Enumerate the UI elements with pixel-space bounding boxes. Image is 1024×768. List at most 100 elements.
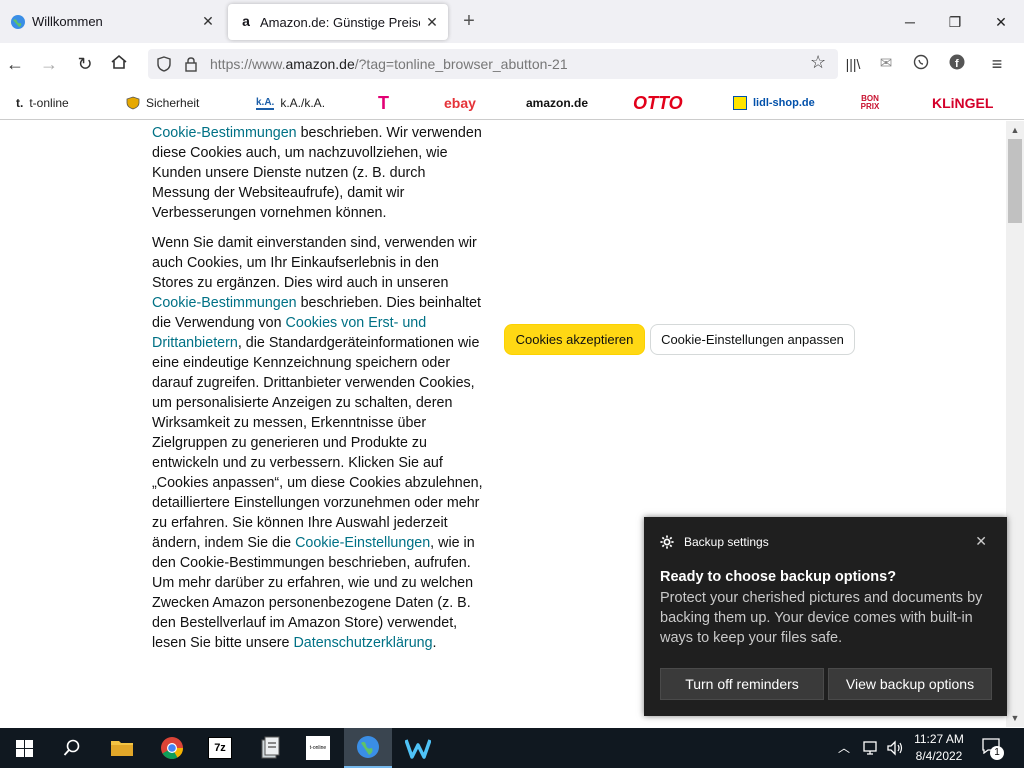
library-icon[interactable]: |||\ xyxy=(842,53,864,75)
browser-button[interactable] xyxy=(344,728,392,768)
accept-cookies-button[interactable]: Cookies akzeptieren xyxy=(504,324,645,355)
new-tab-icon[interactable]: + xyxy=(460,11,478,31)
volume-icon[interactable] xyxy=(886,740,904,756)
globe-icon xyxy=(11,14,25,29)
cookie-consent-text: Cookie-Bestimmungen beschrieben. Wir ver… xyxy=(152,123,484,663)
lidl-shop-bookmark[interactable]: lidl-shop.de xyxy=(733,94,815,112)
file-explorer-button[interactable] xyxy=(98,728,146,768)
reload-icon[interactable]: ↻ xyxy=(74,53,96,75)
cookie-text-span: Wenn Sie damit einverstanden sind, verwe… xyxy=(152,235,477,291)
whatsapp-icon[interactable] xyxy=(910,53,932,75)
shield-icon xyxy=(126,96,140,110)
tab-strip: Willkommen ✕ a Amazon.de: Günstige Preis… xyxy=(0,0,1024,43)
bookmark-t-online[interactable]: t. t-online xyxy=(16,94,69,112)
klingel-logo[interactable]: KLiNGEL xyxy=(932,94,993,112)
tab-willkommen[interactable]: Willkommen ✕ xyxy=(0,0,224,43)
amazon-logo[interactable]: amazon.de xyxy=(526,94,588,112)
tab-amazon[interactable]: a Amazon.de: Günstige Preise für ✕ xyxy=(228,4,448,40)
restore-icon[interactable]: ❐ xyxy=(943,10,967,34)
close-tab-icon[interactable]: ✕ xyxy=(424,14,440,30)
search-icon xyxy=(63,739,80,756)
privacy-link[interactable]: Datenschutzerklärung xyxy=(293,635,432,651)
installer-button[interactable] xyxy=(246,728,294,768)
url-text: https://www.amazon.de/?tag=tonline_brows… xyxy=(210,56,568,72)
cookie-text-span: , die Standardgeräteinformationen wie ei… xyxy=(152,335,483,551)
facebook-icon[interactable]: f xyxy=(946,53,968,75)
ebay-logo[interactable]: ebay xyxy=(444,94,476,112)
forward-icon[interactable]: → xyxy=(38,53,60,75)
navigation-toolbar: ← → ↻ https://www.amazon.de/?tag=tonline… xyxy=(0,43,1024,85)
otto-logo[interactable]: OTTO xyxy=(633,93,683,113)
clock[interactable]: 11:27 AM 8/4/2022 xyxy=(908,731,970,765)
t-online-icon: t. xyxy=(16,96,24,110)
vertical-scrollbar[interactable]: ▲ ▼ xyxy=(1006,121,1024,727)
installer-icon xyxy=(261,736,280,759)
bonprix-logo[interactable]: BON PRIX xyxy=(858,94,882,112)
close-icon[interactable]: ✕ xyxy=(975,533,987,550)
scroll-thumb[interactable] xyxy=(1008,139,1022,223)
cookie-link[interactable]: Cookie-Bestimmungen xyxy=(152,295,297,311)
url-prefix: https://www. xyxy=(210,56,286,72)
w-app-icon xyxy=(405,739,431,759)
cookie-paragraph-1: Cookie-Bestimmungen beschrieben. Wir ver… xyxy=(152,123,484,223)
chrome-button[interactable] xyxy=(148,728,196,768)
bookmark-label: k.A./k.A. xyxy=(280,96,326,110)
lock-icon[interactable] xyxy=(184,56,198,72)
amazon-favicon-icon: a xyxy=(242,13,250,29)
notification-count-badge: 1 xyxy=(990,746,1004,760)
chevron-up-icon[interactable]: ︿ xyxy=(838,739,850,756)
globe-icon xyxy=(357,736,379,758)
cookie-text-span: . xyxy=(432,635,437,651)
chrome-icon xyxy=(161,737,183,759)
7zip-icon: 7z xyxy=(208,737,232,759)
bookmark-star-icon[interactable]: ☆ xyxy=(810,52,826,73)
home-icon[interactable] xyxy=(108,53,130,75)
cookie-link[interactable]: Cookie-Einstellungen xyxy=(295,535,430,551)
shield-icon[interactable] xyxy=(156,56,172,72)
cookie-settings-button[interactable]: Cookie-Einstellungen anpassen xyxy=(650,324,855,355)
7zip-button[interactable]: 7z xyxy=(196,728,244,768)
tab-label: Amazon.de: Günstige Preise für xyxy=(260,14,420,30)
url-bar[interactable]: https://www.amazon.de/?tag=tonline_brows… xyxy=(148,49,838,79)
toast-title: Ready to choose backup options? xyxy=(660,569,897,585)
scroll-down-icon[interactable]: ▼ xyxy=(1009,711,1021,725)
gear-icon xyxy=(660,535,674,549)
tab-label: Willkommen xyxy=(32,14,103,29)
folder-icon xyxy=(111,741,133,756)
clock-time: 11:27 AM xyxy=(914,732,964,746)
bookmarks-bar: t. t-online Sicherheit k.A. k.A./k.A. T eb… xyxy=(0,85,1024,120)
bookmark-sicherheit[interactable]: Sicherheit xyxy=(126,94,199,112)
bookmark-ka[interactable]: k.A. k.A./k.A. xyxy=(256,94,325,112)
backup-notification: Backup settings ✕ Ready to choose backup… xyxy=(644,517,1007,716)
url-suffix: /?tag=tonline_browser_abutton-21 xyxy=(354,56,568,72)
cookie-text-span: , wie in den Cookie-Bestimmungen beschri… xyxy=(152,535,475,651)
toast-body: Protect your cherished pictures and docu… xyxy=(660,590,983,646)
ka-icon: k.A. xyxy=(256,96,275,110)
scroll-up-icon[interactable]: ▲ xyxy=(1009,123,1021,137)
network-icon[interactable] xyxy=(862,740,880,756)
cookie-link[interactable]: Cookie-Bestimmungen xyxy=(152,125,297,141)
start-button[interactable] xyxy=(0,728,48,768)
toast-header: Backup settings xyxy=(660,535,769,549)
minimize-icon[interactable]: ─ xyxy=(898,10,922,34)
bookmark-label: lidl-shop.de xyxy=(753,97,815,109)
menu-icon[interactable]: ≡ xyxy=(986,53,1008,75)
bookmark-label: Sicherheit xyxy=(146,96,200,110)
mail-icon[interactable]: ✉ xyxy=(875,53,897,75)
t-online-app-icon: t-online xyxy=(306,736,330,760)
turn-off-reminders-button[interactable]: Turn off reminders xyxy=(660,668,824,700)
w-app-button[interactable] xyxy=(394,728,442,768)
taskbar: 7z t-online ︿ 11:27 AM 8/4/2022 1 xyxy=(0,728,1024,768)
view-backup-options-button[interactable]: View backup options xyxy=(828,668,992,700)
window-close-icon[interactable]: ✕ xyxy=(989,10,1013,34)
close-tab-icon[interactable]: ✕ xyxy=(200,13,216,29)
clock-date: 8/4/2022 xyxy=(915,749,963,763)
telekom-logo[interactable]: T xyxy=(378,93,389,113)
notification-center-button[interactable]: 1 xyxy=(982,738,1004,760)
back-icon[interactable]: ← xyxy=(4,53,26,75)
search-button[interactable] xyxy=(48,728,96,768)
t-online-button[interactable]: t-online xyxy=(294,728,342,768)
bookmark-label: t-online xyxy=(29,96,69,110)
cookie-paragraph-2: Wenn Sie damit einverstanden sind, verwe… xyxy=(152,233,484,653)
lidl-logo-icon xyxy=(733,96,747,110)
